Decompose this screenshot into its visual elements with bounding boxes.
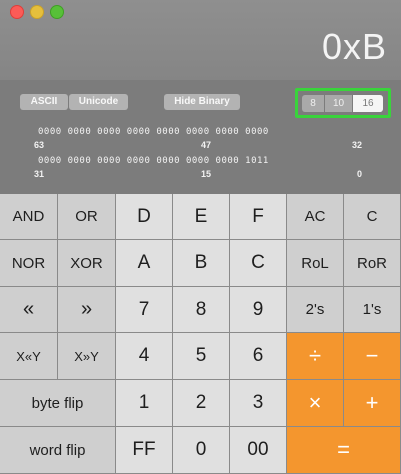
close-window-button[interactable] xyxy=(10,5,24,19)
plus-key[interactable]: + xyxy=(344,380,401,427)
ff-key[interactable]: FF xyxy=(116,427,173,474)
shift-left-key[interactable]: « xyxy=(0,287,58,333)
minimize-window-button[interactable] xyxy=(30,5,44,19)
title-bar: 0xB xyxy=(0,0,401,80)
base-10-button[interactable]: 10 xyxy=(325,95,352,112)
five-key[interactable]: 5 xyxy=(173,333,230,380)
x-shift-right-y-key[interactable]: X»Y xyxy=(58,333,116,380)
xor-key[interactable]: XOR xyxy=(58,240,116,287)
bit-label-31: 31 xyxy=(34,169,45,179)
result-display: 0xB xyxy=(321,26,387,67)
seven-key[interactable]: 7 xyxy=(116,287,173,333)
bit-label-47: 47 xyxy=(201,140,212,150)
minus-key[interactable]: − xyxy=(344,333,401,380)
nor-key[interactable]: NOR xyxy=(0,240,58,287)
three-key[interactable]: 3 xyxy=(230,380,287,427)
word-flip-key[interactable]: word flip xyxy=(0,427,116,474)
shift-right-key[interactable]: » xyxy=(58,287,116,333)
hex-e-key[interactable]: E xyxy=(173,194,230,240)
equals-key[interactable]: = xyxy=(287,427,401,474)
bit-label-63: 63 xyxy=(34,140,45,150)
bit-label-15: 15 xyxy=(201,169,212,179)
bit-label-32: 32 xyxy=(352,140,363,150)
and-key[interactable]: AND xyxy=(0,194,58,240)
binary-row-high: 0000 0000 0000 0000 0000 0000 0000 0000 xyxy=(38,127,269,137)
base-16-button[interactable]: 16 xyxy=(353,95,383,112)
all-clear-key[interactable]: AC xyxy=(287,194,344,240)
byte-flip-key[interactable]: byte flip xyxy=(0,380,116,427)
hex-c-key[interactable]: C xyxy=(230,240,287,287)
hide-binary-button[interactable]: Hide Binary xyxy=(164,94,240,110)
unicode-button[interactable]: Unicode xyxy=(69,94,128,110)
double-zero-key[interactable]: 00 xyxy=(230,427,287,474)
hex-d-key[interactable]: D xyxy=(116,194,173,240)
ones-complement-key[interactable]: 1's xyxy=(344,287,401,333)
six-key[interactable]: 6 xyxy=(230,333,287,380)
x-shift-left-y-key[interactable]: X«Y xyxy=(0,333,58,380)
hex-f-key[interactable]: F xyxy=(230,194,287,240)
ascii-button[interactable]: ASCII xyxy=(20,94,68,110)
or-key[interactable]: OR xyxy=(58,194,116,240)
twos-complement-key[interactable]: 2's xyxy=(287,287,344,333)
base-selector: 8 10 16 xyxy=(295,88,391,118)
nine-key[interactable]: 9 xyxy=(230,287,287,333)
rotate-left-key[interactable]: RoL xyxy=(287,240,344,287)
zero-key[interactable]: 0 xyxy=(173,427,230,474)
bit-label-0: 0 xyxy=(357,169,363,179)
zoom-window-button[interactable] xyxy=(50,5,64,19)
hex-a-key[interactable]: A xyxy=(116,240,173,287)
calculator-window: 0xB ASCII Unicode Hide Binary 0000 0000 … xyxy=(0,0,401,474)
eight-key[interactable]: 8 xyxy=(173,287,230,333)
divide-key[interactable]: ÷ xyxy=(287,333,344,380)
multiply-key[interactable]: × xyxy=(287,380,344,427)
two-key[interactable]: 2 xyxy=(173,380,230,427)
binary-row-low: 0000 0000 0000 0000 0000 0000 0000 1011 xyxy=(38,156,269,166)
base-8-button[interactable]: 8 xyxy=(302,95,324,112)
one-key[interactable]: 1 xyxy=(116,380,173,427)
rotate-right-key[interactable]: RoR xyxy=(344,240,401,287)
hex-b-key[interactable]: B xyxy=(173,240,230,287)
clear-key[interactable]: C xyxy=(344,194,401,240)
four-key[interactable]: 4 xyxy=(116,333,173,380)
